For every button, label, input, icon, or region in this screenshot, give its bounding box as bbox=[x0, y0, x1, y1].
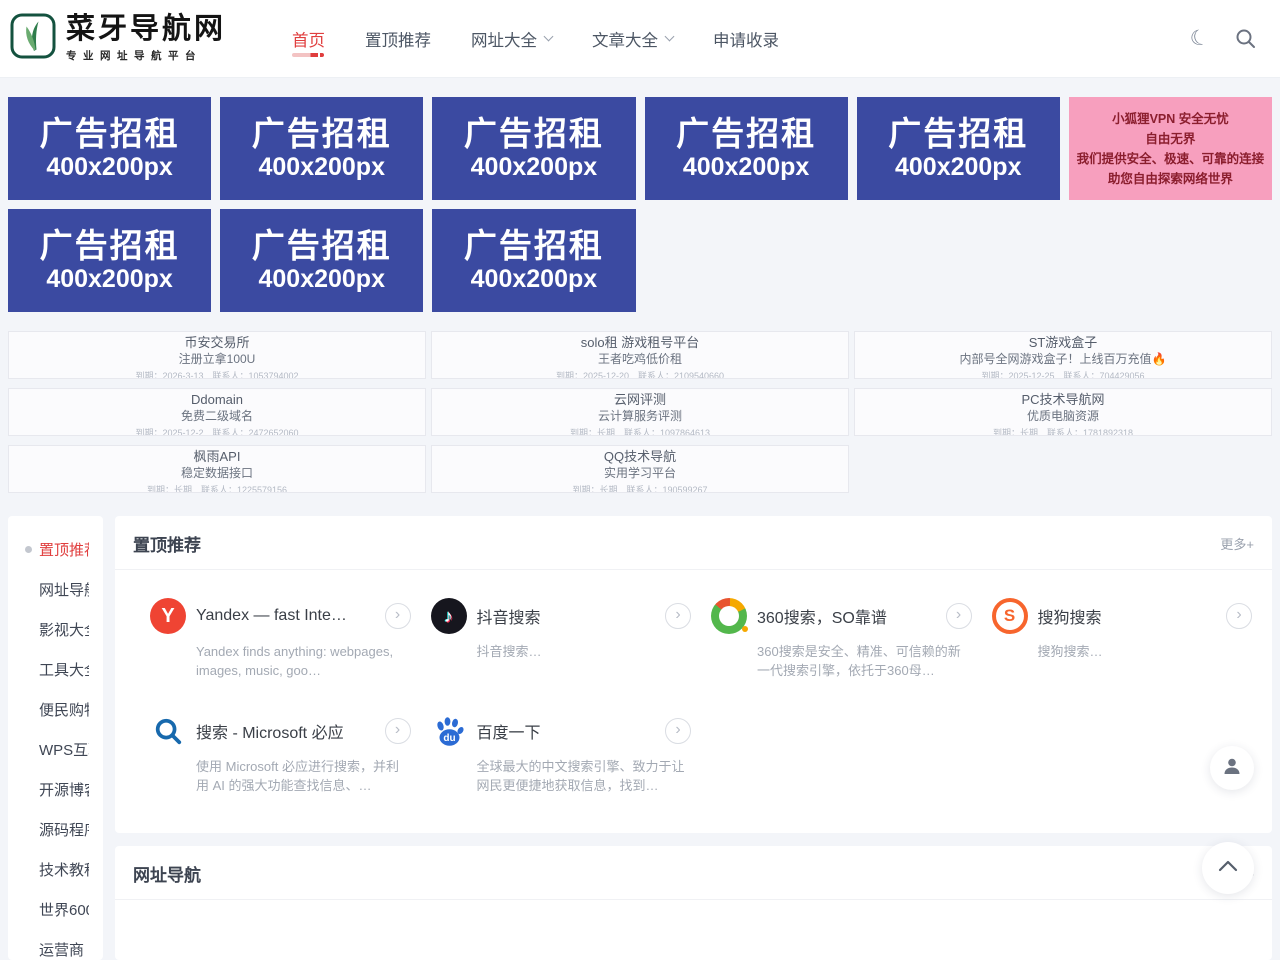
site-logo[interactable]: 菜牙导航网 专业网址导航平台 bbox=[10, 13, 226, 64]
main-nav: 首页 置顶推荐 网址大全 文章大全 申请收录 bbox=[292, 21, 779, 57]
chevron-right-icon[interactable]: › bbox=[665, 603, 691, 629]
text-ad-solo-rental[interactable]: solo租 游戏租号平台王者吃鸡低价租到期：2025-12-20 联系人：210… bbox=[431, 331, 849, 379]
site-title: 菜牙导航网 bbox=[66, 14, 226, 46]
360-icon bbox=[711, 598, 747, 634]
user-float-button[interactable] bbox=[1210, 746, 1254, 790]
sidebar-item-tutorials[interactable]: 技术教程 bbox=[8, 849, 103, 889]
site-card-desc: Yandex finds anything: webpages, images,… bbox=[196, 643, 411, 681]
bullet-icon bbox=[25, 546, 32, 553]
site-card-desc: 搜狗搜索… bbox=[1038, 643, 1253, 662]
nav-pinned[interactable]: 置顶推荐 bbox=[365, 21, 431, 57]
text-ad-pc-tech-nav[interactable]: PC技术导航网优质电脑资源到期：长期 联系人：1781892318 bbox=[854, 388, 1272, 436]
baidu-paw-icon: du bbox=[431, 713, 467, 749]
logo-sprout-icon bbox=[10, 13, 56, 64]
text-ad-ddomain[interactable]: Ddomain免费二级域名到期：2025-12-2 联系人：2472652060 bbox=[8, 388, 426, 436]
chevron-up-icon bbox=[1218, 859, 1238, 877]
site-card-360search[interactable]: 360搜索，SO靠谱 › 360搜索是安全、精准、可信赖的新一代搜索引擎，依托于… bbox=[711, 598, 972, 681]
ad-banner[interactable]: 广告招租400x200px bbox=[645, 97, 848, 200]
chevron-down-icon bbox=[544, 32, 554, 42]
nav-submit[interactable]: 申请收录 bbox=[713, 21, 779, 57]
ad-banner[interactable]: 广告招租400x200px bbox=[8, 209, 211, 312]
sidebar-item-source-code[interactable]: 源码程序 bbox=[8, 809, 103, 849]
sidebar-item-world-600[interactable]: 世界600强 bbox=[8, 889, 103, 929]
sidebar-item-movies[interactable]: 影视大全 bbox=[8, 609, 103, 649]
chevron-right-icon[interactable]: › bbox=[1226, 603, 1252, 629]
ad-banner[interactable]: 广告招租400x200px bbox=[220, 97, 423, 200]
site-nav-panel: 网址导航 更多+ bbox=[115, 846, 1272, 960]
search-icon[interactable] bbox=[1235, 28, 1256, 49]
yandex-icon: Y bbox=[150, 598, 186, 634]
sidebar-item-shopping[interactable]: 便民购物 bbox=[8, 689, 103, 729]
site-nav-panel-title: 网址导航 bbox=[133, 861, 201, 886]
site-card-desc: 全球最大的中文搜索引擎、致力于让网民更便捷地获取信息，找到… bbox=[477, 758, 692, 796]
chevron-right-icon[interactable]: › bbox=[385, 603, 411, 629]
user-icon bbox=[1221, 755, 1243, 782]
site-card-desc: 使用 Microsoft 必应进行搜索，并利用 AI 的强大功能查找信息、… bbox=[196, 758, 411, 796]
site-card-yandex[interactable]: Y Yandex — fast Inte… › Yandex finds any… bbox=[150, 598, 411, 681]
ad-banner[interactable]: 广告招租400x200px bbox=[432, 97, 635, 200]
sidebar-item-pinned[interactable]: 置顶推荐 bbox=[8, 529, 103, 569]
site-card-douyin[interactable]: ♪ 抖音搜索 › 抖音搜索… bbox=[431, 598, 692, 681]
vpn-ad-banner[interactable]: 小狐狸VPN 安全无忧 自由无界 我们提供安全、极速、可靠的连接 助您自由探索网… bbox=[1069, 97, 1272, 200]
sidebar-item-wps[interactable]: WPS互联 bbox=[8, 729, 103, 769]
text-ad-qq-tech-nav[interactable]: QQ技术导航实用学习平台到期：长期 联系人：190599267 bbox=[431, 445, 849, 493]
text-ad-cloud-review[interactable]: 云网评测云计算服务评测到期：长期 联系人：1097864613 bbox=[431, 388, 849, 436]
ad-banner[interactable]: 广告招租400x200px bbox=[220, 209, 423, 312]
sidebar-item-carriers[interactable]: 运营商 bbox=[8, 929, 103, 960]
text-ad-binance[interactable]: 币安交易所注册立拿100U到期：2026-3-13 联系人：1053794002 bbox=[8, 331, 426, 379]
site-card-bing[interactable]: 搜索 - Microsoft 必应 › 使用 Microsoft 必应进行搜索，… bbox=[150, 713, 411, 796]
sidebar-item-sites[interactable]: 网址导航 bbox=[8, 569, 103, 609]
chevron-right-icon[interactable]: › bbox=[385, 718, 411, 744]
nav-articles-dropdown[interactable]: 文章大全 bbox=[592, 21, 673, 57]
ad-banner-grid: 广告招租400x200px 广告招租400x200px 广告招租400x200p… bbox=[8, 97, 1272, 312]
pinned-more-link[interactable]: 更多+ bbox=[1220, 534, 1254, 553]
sidebar-item-tools[interactable]: 工具大全 bbox=[8, 649, 103, 689]
ad-banner[interactable]: 广告招租400x200px bbox=[8, 97, 211, 200]
site-subtitle: 专业网址导航平台 bbox=[66, 48, 226, 63]
category-sidebar: 置顶推荐 网址导航 影视大全 工具大全 便民购物 WPS互联 开源博客 源码程序… bbox=[8, 516, 103, 960]
nav-sites-dropdown[interactable]: 网址大全 bbox=[471, 21, 552, 57]
ad-banner[interactable]: 广告招租400x200px bbox=[857, 97, 1060, 200]
sogou-icon: S bbox=[992, 598, 1028, 634]
site-card-desc: 360搜索是安全、精准、可信赖的新一代搜索引擎，依托于360母… bbox=[757, 643, 972, 681]
dark-mode-icon[interactable]: ☾ bbox=[1187, 24, 1212, 53]
sidebar-item-opensource-blog[interactable]: 开源博客 bbox=[8, 769, 103, 809]
site-card-sogou[interactable]: S 搜狗搜索 › 搜狗搜索… bbox=[992, 598, 1253, 681]
douyin-icon: ♪ bbox=[431, 598, 467, 634]
site-card-desc: 抖音搜索… bbox=[477, 643, 692, 662]
pinned-panel-title: 置顶推荐 bbox=[133, 531, 201, 556]
text-ad-st-gamebox[interactable]: ST游戏盒子内部号全网游戏盒子！上线百万充值🔥到期：2025-12-25 联系人… bbox=[854, 331, 1272, 379]
pinned-panel: 置顶推荐 更多+ Y Yandex — fast Inte… › Yandex … bbox=[115, 516, 1272, 833]
text-ad-fengyu-api[interactable]: 枫雨API稳定数据接口到期：长期 联系人：1225579156 bbox=[8, 445, 426, 493]
bing-search-icon bbox=[150, 713, 186, 749]
text-ad-grid: 币安交易所注册立拿100U到期：2026-3-13 联系人：1053794002… bbox=[8, 331, 1272, 493]
chevron-right-icon[interactable]: › bbox=[946, 603, 972, 629]
chevron-right-icon[interactable]: › bbox=[665, 718, 691, 744]
site-card-baidu[interactable]: du 百度一下 › 全球最大的中文搜索引擎、致力于让网民更便捷地获取信息，找到… bbox=[431, 713, 692, 796]
nav-home[interactable]: 首页 bbox=[292, 21, 325, 57]
chevron-down-icon bbox=[665, 32, 675, 42]
ad-banner[interactable]: 广告招租400x200px bbox=[432, 209, 635, 312]
active-underline bbox=[292, 53, 324, 57]
header: 菜牙导航网 专业网址导航平台 首页 置顶推荐 网址大全 文章大全 申请收录 ☾ bbox=[0, 0, 1280, 78]
svg-text:du: du bbox=[443, 733, 455, 744]
scroll-top-button[interactable] bbox=[1202, 842, 1254, 894]
